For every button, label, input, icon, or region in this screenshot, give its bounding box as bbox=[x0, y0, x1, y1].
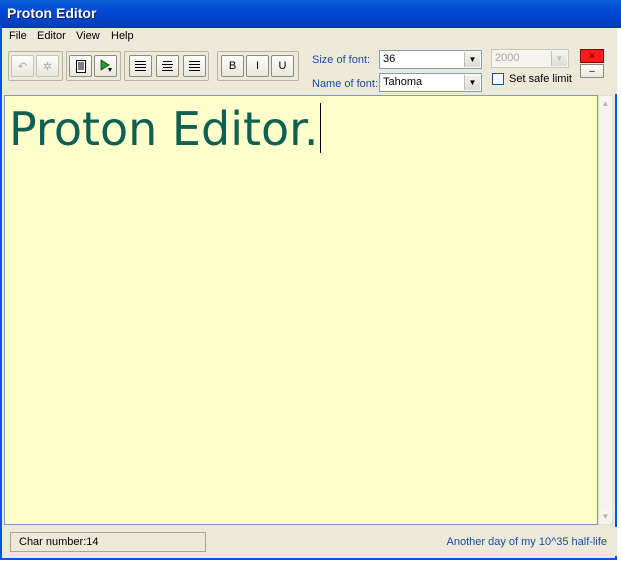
history-group: ↶ ✲ bbox=[8, 51, 63, 81]
format-group: B I U bbox=[217, 51, 299, 81]
chevron-down-icon[interactable]: ▼ bbox=[464, 52, 480, 67]
alignment-group bbox=[124, 51, 209, 81]
scroll-down-icon[interactable]: ▼ bbox=[599, 509, 612, 524]
chevron-down-icon[interactable]: ▼ bbox=[464, 75, 480, 90]
char-count: Char number:14 bbox=[19, 536, 99, 548]
font-name-label: Name of font: bbox=[312, 78, 379, 90]
font-name-value: Tahoma bbox=[383, 76, 423, 88]
vertical-scrollbar[interactable]: ▲ ▼ bbox=[598, 95, 613, 525]
font-size-value: 36 bbox=[383, 53, 396, 65]
chevron-down-icon[interactable]: ▼ bbox=[551, 51, 567, 66]
title-bar[interactable]: Proton Editor bbox=[0, 0, 621, 28]
italic-button[interactable]: I bbox=[246, 55, 269, 77]
run-icon bbox=[100, 59, 112, 72]
run-button[interactable] bbox=[94, 55, 117, 77]
safe-limit-checkbox[interactable] bbox=[492, 73, 504, 85]
char-count-panel: Char number:14 bbox=[10, 532, 206, 552]
undo-icon: ↶ bbox=[17, 60, 28, 73]
close-icon: ✕ bbox=[588, 50, 596, 61]
bold-button[interactable]: B bbox=[221, 55, 244, 77]
align-center-icon bbox=[162, 60, 173, 71]
safe-limit-label: Set safe limit bbox=[509, 73, 572, 85]
font-size-select[interactable]: 36 ▼ bbox=[379, 50, 482, 69]
menu-editor[interactable]: Editor bbox=[37, 30, 66, 42]
window-title: Proton Editor bbox=[7, 5, 97, 21]
text-editor[interactable]: Proton Editor. bbox=[4, 95, 598, 525]
status-tagline: Another day of my 10^35 half-life bbox=[446, 536, 607, 548]
font-size-label: Size of font: bbox=[312, 54, 371, 66]
status-bar: Char number:14 Another day of my 10^35 h… bbox=[2, 527, 617, 556]
editor-content[interactable]: Proton Editor. bbox=[9, 102, 322, 156]
limit-select[interactable]: 2000 ▼ bbox=[491, 49, 569, 68]
align-left-icon bbox=[135, 60, 146, 71]
editor-text: Proton Editor. bbox=[9, 102, 319, 156]
redo-icon: ✲ bbox=[42, 60, 53, 73]
new-document-button[interactable] bbox=[69, 55, 92, 77]
new-document-icon bbox=[75, 59, 86, 73]
align-center-button[interactable] bbox=[156, 55, 179, 77]
align-right-icon bbox=[189, 60, 200, 71]
align-left-button[interactable] bbox=[129, 55, 152, 77]
menu-bar: File Editor View Help bbox=[2, 28, 617, 46]
close-button[interactable]: ✕ bbox=[580, 49, 604, 63]
underline-button[interactable]: U bbox=[271, 55, 294, 77]
menu-view[interactable]: View bbox=[76, 30, 100, 42]
document-group bbox=[66, 51, 121, 81]
minimize-button[interactable]: – bbox=[580, 64, 604, 78]
minimize-icon: – bbox=[589, 65, 595, 77]
limit-value: 2000 bbox=[495, 52, 520, 64]
undo-button[interactable]: ↶ bbox=[11, 55, 34, 77]
font-name-select[interactable]: Tahoma ▼ bbox=[379, 73, 482, 92]
menu-help[interactable]: Help bbox=[111, 30, 134, 42]
menu-file[interactable]: File bbox=[9, 30, 27, 42]
align-right-button[interactable] bbox=[183, 55, 206, 77]
scroll-up-icon[interactable]: ▲ bbox=[599, 96, 612, 111]
text-caret bbox=[320, 103, 322, 153]
redo-button[interactable]: ✲ bbox=[36, 55, 59, 77]
